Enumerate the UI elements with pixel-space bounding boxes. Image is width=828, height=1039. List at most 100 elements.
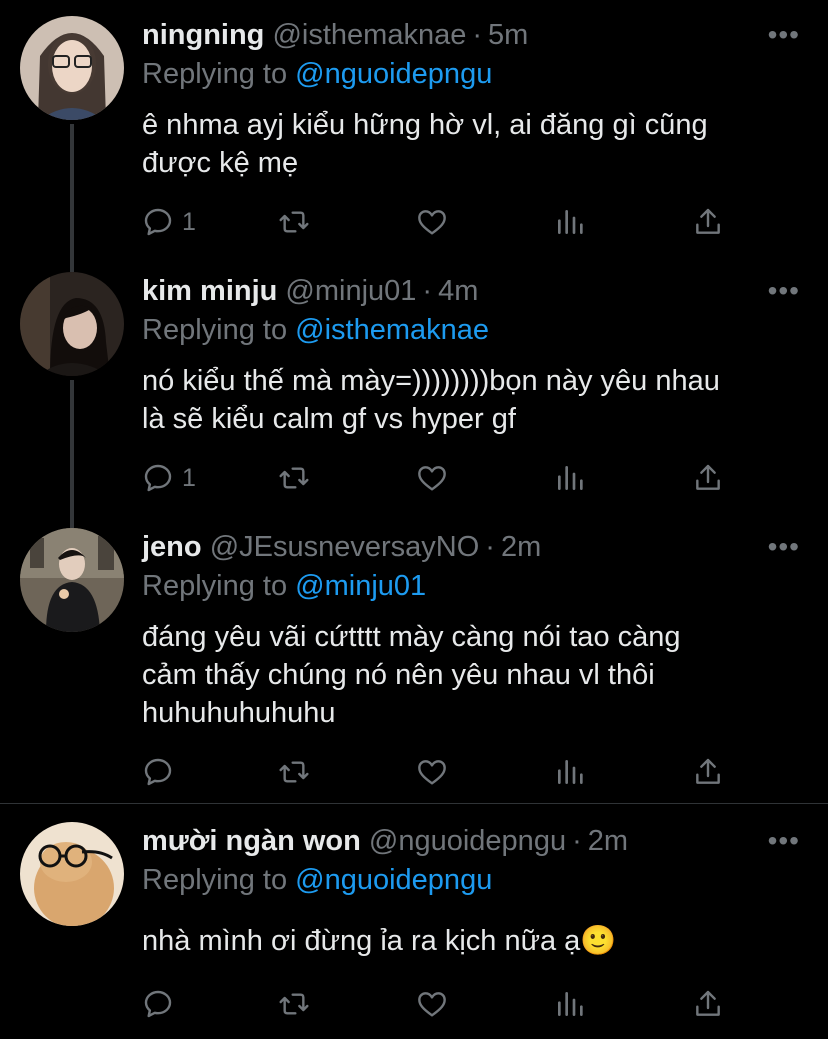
more-icon[interactable]: ••• bbox=[768, 21, 800, 49]
tweet-text-line: được kệ mẹ bbox=[142, 147, 299, 179]
reply-count: 1 bbox=[182, 463, 196, 492]
timestamp[interactable]: 2m bbox=[588, 825, 628, 857]
mention-link[interactable]: @nguoidepngu bbox=[295, 58, 492, 90]
avatar[interactable] bbox=[20, 272, 124, 376]
tweet-text: đáng yêu vãi cứtttt mày càng nói tao càn… bbox=[142, 618, 812, 732]
share-icon bbox=[696, 990, 720, 1016]
like-button[interactable] bbox=[416, 986, 448, 1022]
share-icon bbox=[696, 758, 720, 784]
tweet-text-line: ê nhma ayj kiểu hững hờ vl, ai đăng gì c… bbox=[142, 109, 708, 141]
tweet-actions bbox=[142, 986, 742, 1022]
tweet-text-line: cảm thấy chúng nó nên yêu nhau vl thôi bbox=[142, 659, 655, 691]
tweet-header: kim minju @minju01 · 4m bbox=[142, 274, 478, 308]
mention-link[interactable]: @isthemaknae bbox=[295, 314, 489, 346]
retweet-icon bbox=[279, 467, 309, 489]
display-name[interactable]: mười ngàn won bbox=[142, 825, 361, 857]
replying-label: Replying to bbox=[142, 864, 288, 896]
views-button[interactable] bbox=[554, 460, 586, 496]
share-button[interactable] bbox=[692, 460, 724, 496]
tweet[interactable]: mười ngàn won @nguoidepngu · 2m ••• Replyi… bbox=[0, 806, 828, 1039]
views-button[interactable] bbox=[554, 754, 586, 790]
replying-to: Replying to @nguoidepngu bbox=[142, 57, 492, 91]
retweet-icon bbox=[279, 211, 309, 233]
tweet-divider bbox=[0, 803, 828, 804]
display-name[interactable]: ningning bbox=[142, 19, 264, 51]
like-button[interactable] bbox=[416, 754, 448, 790]
reply-icon bbox=[144, 990, 172, 1018]
separator-dot: · bbox=[485, 531, 495, 563]
avatar[interactable] bbox=[20, 528, 124, 632]
display-name[interactable]: jeno bbox=[142, 531, 202, 563]
retweet-button[interactable] bbox=[278, 204, 310, 240]
like-icon bbox=[418, 760, 446, 785]
tweet-text: ê nhma ayj kiểu hững hờ vl, ai đăng gì c… bbox=[142, 106, 812, 182]
separator-dot: · bbox=[572, 825, 582, 857]
retweet-button[interactable] bbox=[278, 986, 310, 1022]
tweet[interactable]: jeno @JEsusneversayNO · 2m ••• Replying to… bbox=[0, 512, 828, 802]
replying-label: Replying to bbox=[142, 314, 288, 346]
separator-dot: · bbox=[422, 275, 433, 307]
timestamp[interactable]: 4m bbox=[438, 275, 478, 307]
tweet-actions: 1 bbox=[142, 460, 742, 496]
tweet-text: nhà mình ơi đừng ỉa ra kịch nữa ạ🙂 bbox=[142, 922, 812, 960]
reply-button[interactable] bbox=[142, 986, 182, 1022]
replying-to: Replying to @minju01 bbox=[142, 569, 426, 603]
tweet-header: mười ngàn won @nguoidepngu · 2m bbox=[142, 824, 628, 858]
avatar[interactable] bbox=[20, 16, 124, 120]
views-icon bbox=[558, 760, 583, 784]
tweet-header: ningning @isthemaknae · 5m bbox=[142, 18, 528, 52]
replying-label: Replying to bbox=[142, 58, 288, 90]
tweet-actions bbox=[142, 754, 742, 790]
timestamp[interactable]: 5m bbox=[488, 19, 528, 51]
views-button[interactable] bbox=[554, 204, 586, 240]
user-handle[interactable]: @minju01 bbox=[285, 275, 416, 307]
retweet-icon bbox=[279, 993, 309, 1015]
like-icon bbox=[418, 466, 446, 491]
views-icon bbox=[558, 992, 583, 1016]
share-icon bbox=[696, 208, 720, 234]
reply-icon bbox=[144, 758, 172, 786]
share-button[interactable] bbox=[692, 754, 724, 790]
like-button[interactable] bbox=[416, 204, 448, 240]
tweet-actions: 1 bbox=[142, 204, 742, 240]
reply-icon bbox=[144, 464, 172, 492]
tweet-text-line: đáng yêu vãi cứtttt mày càng nói tao càn… bbox=[142, 621, 681, 653]
reply-button[interactable]: 1 bbox=[142, 204, 196, 240]
tweet-text-line: nó kiểu thế mà mày=))))))))bọn này yêu n… bbox=[142, 365, 720, 397]
tweet-text-line: nhà mình ơi đừng ỉa ra kịch nữa ạ🙂 bbox=[142, 925, 617, 957]
views-icon bbox=[558, 466, 583, 490]
share-button[interactable] bbox=[692, 204, 724, 240]
retweet-icon bbox=[279, 761, 309, 783]
tweet-text-line: huhuhuhuhuhu bbox=[142, 697, 336, 729]
retweet-button[interactable] bbox=[278, 460, 310, 496]
avatar[interactable] bbox=[20, 822, 124, 926]
separator-dot: · bbox=[472, 19, 483, 51]
user-handle[interactable]: @isthemaknae bbox=[272, 19, 466, 51]
tweet[interactable]: ningning @isthemaknae · 5m ••• Replying to… bbox=[0, 0, 828, 256]
mention-link[interactable]: @nguoidepngu bbox=[295, 864, 492, 896]
like-icon bbox=[418, 210, 446, 235]
more-icon[interactable]: ••• bbox=[768, 533, 800, 561]
tweet-text: nó kiểu thế mà mày=))))))))bọn này yêu n… bbox=[142, 362, 812, 438]
reply-count: 1 bbox=[182, 207, 196, 236]
views-icon bbox=[558, 210, 583, 234]
display-name[interactable]: kim minju bbox=[142, 275, 277, 307]
mention-link[interactable]: @minju01 bbox=[295, 570, 426, 602]
replying-to: Replying to @nguoidepngu bbox=[142, 863, 492, 897]
views-button[interactable] bbox=[554, 986, 586, 1022]
reply-button[interactable] bbox=[142, 754, 182, 790]
more-icon[interactable]: ••• bbox=[768, 277, 800, 305]
more-icon[interactable]: ••• bbox=[768, 827, 800, 855]
retweet-button[interactable] bbox=[278, 754, 310, 790]
like-icon bbox=[418, 992, 446, 1017]
user-handle[interactable]: @nguoidepngu bbox=[369, 825, 566, 857]
timestamp[interactable]: 2m bbox=[501, 531, 541, 563]
user-handle[interactable]: @JEsusneversayNO bbox=[210, 531, 480, 563]
like-button[interactable] bbox=[416, 460, 448, 496]
tweet[interactable]: kim minju @minju01 · 4m ••• Replying to @i… bbox=[0, 256, 828, 512]
reply-icon bbox=[144, 208, 172, 236]
share-button[interactable] bbox=[692, 986, 724, 1022]
tweet-text-line: là sẽ kiểu calm gf vs hyper gf bbox=[142, 403, 516, 435]
share-icon bbox=[696, 464, 720, 490]
reply-button[interactable]: 1 bbox=[142, 460, 196, 496]
